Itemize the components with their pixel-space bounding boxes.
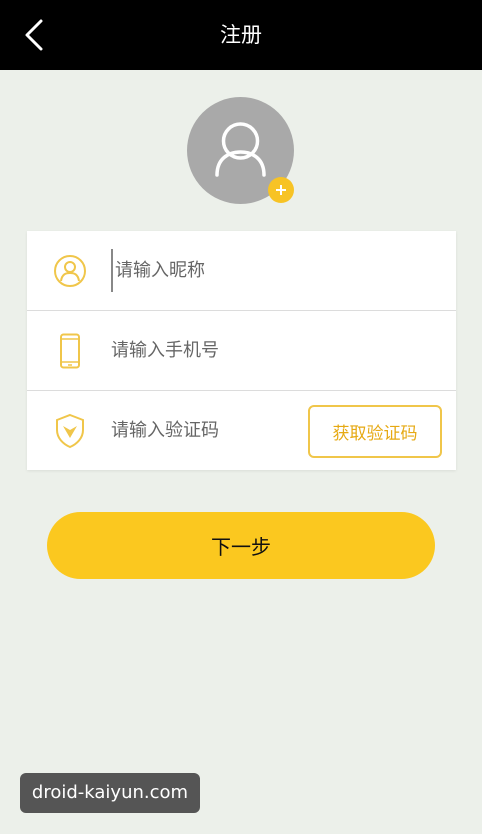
next-step-button[interactable]: 下一步: [47, 512, 435, 579]
code-input[interactable]: [111, 409, 301, 452]
get-code-button[interactable]: 获取验证码: [308, 405, 442, 458]
code-row: 获取验证码: [27, 391, 456, 470]
page-title: 注册: [220, 23, 262, 47]
register-form: 获取验证码: [27, 231, 456, 470]
user-circle-icon: [51, 252, 89, 290]
shield-icon: [51, 412, 89, 450]
app-header: 注册: [0, 0, 482, 70]
nickname-row: [27, 231, 456, 310]
nickname-input[interactable]: [111, 249, 301, 292]
watermark: droid-kaiyun.com: [20, 773, 200, 813]
phone-icon: [51, 332, 89, 370]
phone-row: [27, 311, 456, 390]
phone-input[interactable]: [111, 329, 301, 372]
plus-icon: [276, 185, 286, 195]
avatar-add-button[interactable]: [268, 177, 294, 203]
